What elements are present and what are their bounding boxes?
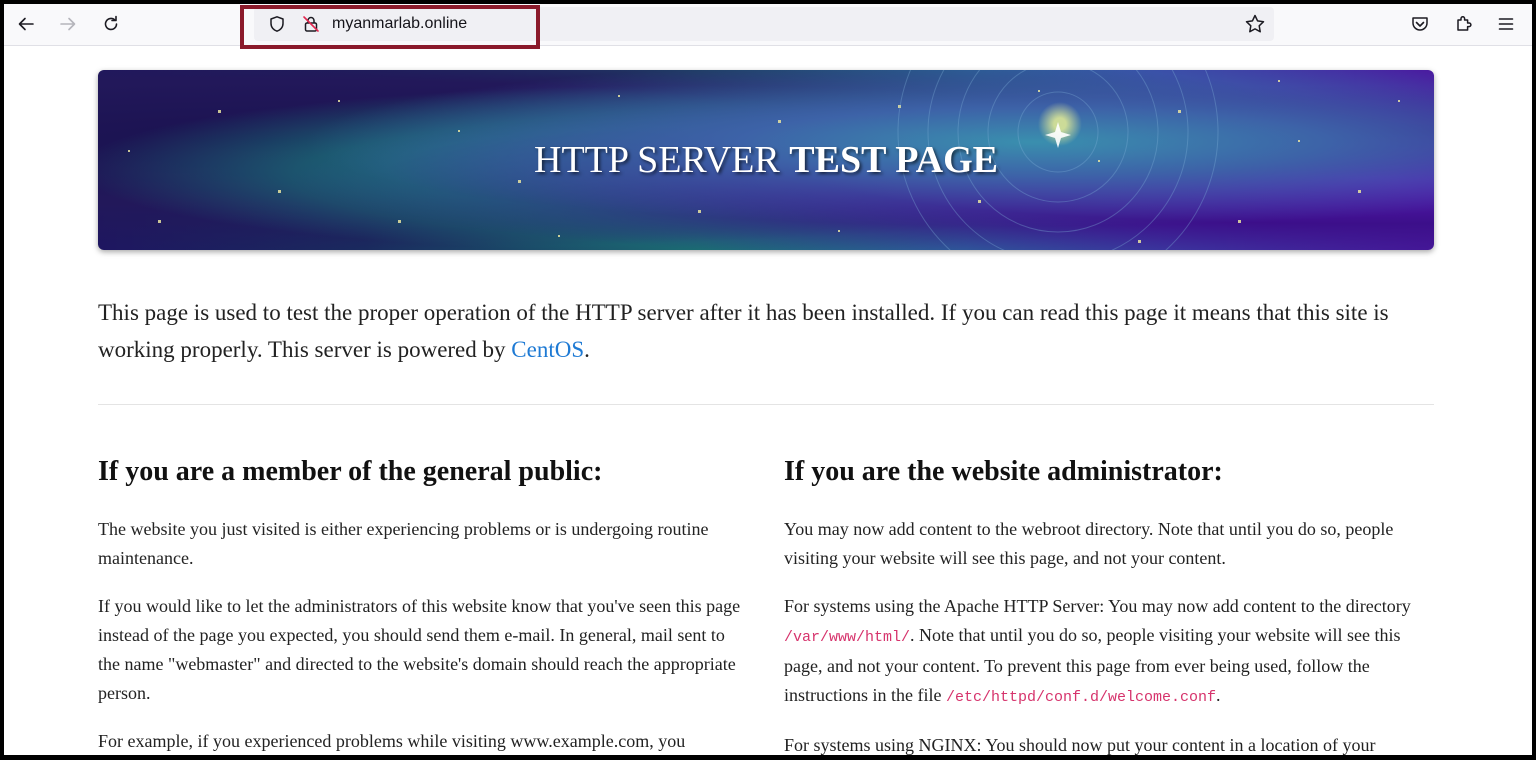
public-paragraph-3: For example, if you experienced problems… bbox=[98, 731, 686, 751]
pocket-button[interactable] bbox=[1406, 10, 1434, 38]
public-paragraph-2: If you would like to let the administrat… bbox=[98, 596, 741, 703]
intro-period: . bbox=[584, 337, 590, 362]
admin-section: If you are the website administrator: Yo… bbox=[784, 455, 1434, 755]
arrow-left-icon bbox=[18, 17, 34, 31]
public-heading: If you are a member of the general publi… bbox=[98, 456, 603, 487]
back-button[interactable] bbox=[12, 10, 40, 38]
arrow-right-icon bbox=[60, 17, 76, 31]
pocket-icon bbox=[1412, 17, 1428, 31]
section-divider bbox=[98, 404, 1434, 405]
page-content: HTTP SERVER TEST PAGE This page is used … bbox=[98, 70, 1434, 755]
intro-paragraph: This page is used to test the proper ope… bbox=[98, 294, 1434, 368]
intro-text: This page is used to test the proper ope… bbox=[98, 300, 1389, 362]
forward-button[interactable] bbox=[54, 10, 82, 38]
reload-icon bbox=[104, 15, 118, 31]
admin-heading: If you are the website administrator: bbox=[784, 456, 1223, 487]
hero-banner: HTTP SERVER TEST PAGE bbox=[98, 70, 1434, 250]
admin-paragraph-2: For systems using the Apache HTTP Server… bbox=[784, 592, 1434, 712]
bookmark-star-button[interactable] bbox=[1244, 13, 1266, 35]
hamburger-menu-icon bbox=[1498, 18, 1514, 30]
admin-paragraph-3: For systems using NGINX: You should now … bbox=[784, 735, 1376, 755]
admin-p2-text-3: . bbox=[1216, 685, 1221, 705]
reload-button[interactable] bbox=[97, 10, 125, 38]
webroot-path-code: /var/www/html/ bbox=[784, 629, 911, 646]
browser-window: myanmarlab.online HTTP SERVER TEST PAGE … bbox=[4, 4, 1532, 755]
public-section: If you are a member of the general publi… bbox=[98, 455, 748, 755]
star-icon bbox=[1245, 14, 1265, 33]
shield-icon[interactable] bbox=[268, 15, 286, 33]
admin-paragraph-1: You may now add content to the webroot d… bbox=[784, 519, 1394, 568]
browser-toolbar: myanmarlab.online bbox=[4, 4, 1532, 49]
public-paragraph-1: The website you just visited is either e… bbox=[98, 519, 709, 568]
url-text[interactable]: myanmarlab.online bbox=[332, 15, 467, 33]
welcome-conf-path-code: /etc/httpd/conf.d/welcome.conf bbox=[945, 689, 1217, 706]
url-bar[interactable]: myanmarlab.online bbox=[254, 7, 1274, 41]
extensions-button[interactable] bbox=[1450, 10, 1478, 38]
info-columns: If you are a member of the general publi… bbox=[98, 455, 1434, 755]
puzzle-icon bbox=[1457, 15, 1472, 31]
centos-link[interactable]: CentOS bbox=[511, 337, 584, 362]
hero-title: HTTP SERVER TEST PAGE bbox=[98, 138, 1434, 182]
insecure-lock-icon[interactable] bbox=[302, 15, 320, 33]
hero-title-normal: HTTP SERVER bbox=[534, 139, 790, 181]
menu-button[interactable] bbox=[1492, 10, 1520, 38]
hero-title-bold: TEST PAGE bbox=[789, 139, 998, 181]
admin-p2-text-1: For systems using the Apache HTTP Server… bbox=[784, 596, 1411, 616]
